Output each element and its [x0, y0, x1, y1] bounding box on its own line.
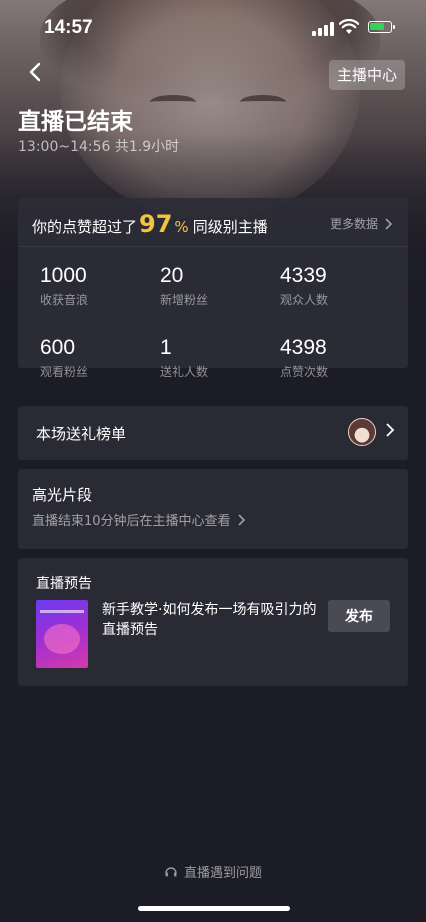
- live-duration: 13:00~14:56 共1.9小时: [18, 139, 180, 155]
- stat-fan-viewers: 600 观看粉丝: [40, 336, 88, 380]
- highlights-title: 高光片段: [32, 486, 93, 504]
- stat-value: 4339: [280, 264, 327, 287]
- chevron-right-icon: [385, 217, 392, 230]
- more-data-label: 更多数据: [329, 217, 378, 231]
- stat-value: 600: [40, 336, 76, 359]
- publish-button[interactable]: 发布: [328, 600, 390, 632]
- help-label: 直播遇到问题: [183, 866, 262, 881]
- highlights-desc: 直播结束10分钟后在主播中心查看: [32, 510, 245, 529]
- stat-label: 观看粉丝: [40, 365, 89, 379]
- battery-icon: [368, 21, 395, 33]
- divider: [18, 246, 408, 247]
- stats-card: 你的点赞超过了 97 % 同级别主播 更多数据 1000 收获音浪 20 新增粉…: [18, 198, 408, 379]
- stat-label: 点赞次数: [280, 365, 329, 379]
- stat-gifters: 1 送礼人数: [160, 336, 208, 380]
- status-time: 14:57: [44, 17, 93, 38]
- help-link[interactable]: 直播遇到问题: [0, 862, 426, 881]
- chevron-right-icon: [237, 513, 245, 526]
- likes-percent: 97: [139, 210, 173, 238]
- more-data-link[interactable]: 更多数据: [330, 215, 392, 232]
- anchor-center-button[interactable]: 主播中心: [329, 60, 406, 90]
- stat-value: 20: [160, 264, 184, 287]
- chevron-right-icon: [386, 423, 395, 437]
- avatar: [348, 418, 376, 446]
- stat-likes: 4398 点赞次数: [280, 336, 328, 380]
- highlights-card[interactable]: 高光片段 直播结束10分钟后在主播中心查看: [18, 469, 408, 549]
- stat-value: 4398: [280, 336, 327, 359]
- stat-new-fans: 20 新增粉丝: [160, 264, 208, 308]
- gift-rank-label: 本场送礼榜单: [36, 425, 127, 443]
- likes-suffix: 同级别主播: [192, 218, 268, 236]
- wifi-icon: [339, 19, 359, 34]
- preview-thumbnail[interactable]: [36, 600, 88, 668]
- preview-text[interactable]: 新手教学·如何发布一场有吸引力的直播预告: [102, 600, 322, 640]
- likes-prefix: 你的点赞超过了: [32, 218, 138, 236]
- live-preview-card: 直播预告 新手教学·如何发布一场有吸引力的直播预告 发布: [18, 558, 408, 686]
- stat-sound-waves: 1000 收获音浪: [40, 264, 88, 308]
- signal-icon: [312, 22, 334, 36]
- highlights-desc-text: 直播结束10分钟后在主播中心查看: [32, 514, 231, 529]
- stat-value: 1: [160, 336, 172, 359]
- stat-label: 收获音浪: [40, 293, 89, 307]
- stat-label: 送礼人数: [160, 365, 209, 379]
- back-icon[interactable]: [24, 60, 48, 84]
- stat-label: 观众人数: [280, 293, 329, 307]
- likes-percent-sign: %: [174, 218, 189, 236]
- status-bar: 14:57: [0, 0, 426, 52]
- preview-title: 直播预告: [36, 576, 92, 592]
- page-title: 直播已结束: [18, 109, 133, 135]
- likes-summary: 你的点赞超过了 97 % 同级别主播: [32, 210, 268, 238]
- headset-icon: [165, 866, 177, 876]
- stat-value: 1000: [40, 264, 87, 287]
- home-indicator[interactable]: [138, 906, 290, 911]
- stat-viewers: 4339 观众人数: [280, 264, 328, 308]
- gift-rank-row[interactable]: 本场送礼榜单: [18, 406, 408, 460]
- stat-label: 新增粉丝: [160, 293, 209, 307]
